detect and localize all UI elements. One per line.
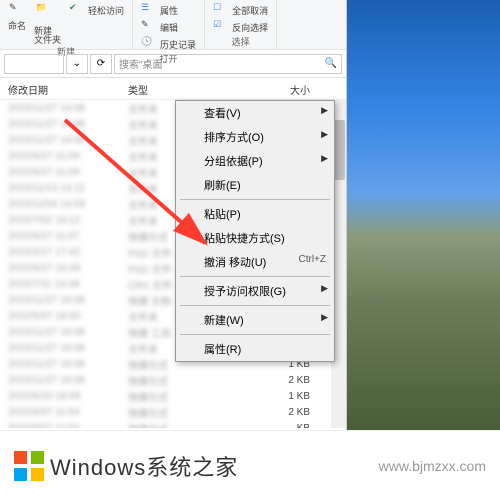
edit-icon: ✎ xyxy=(141,19,157,35)
invert-icon: ☑ xyxy=(213,19,229,35)
ctx-paste-shortcut[interactable]: 粘贴快捷方式(S) xyxy=(176,226,334,250)
table-row[interactable]: 2022/6/07 11:54快捷方式KB xyxy=(0,420,346,428)
properties-button[interactable]: ☰ 属性 xyxy=(141,2,178,18)
ctx-properties[interactable]: 属性(R) xyxy=(176,337,334,361)
ctx-separator xyxy=(180,305,330,306)
watermark-logo: Windows系统之家 xyxy=(14,450,238,482)
search-input[interactable]: 搜索"桌面" 🔍 xyxy=(114,54,342,74)
ctx-separator xyxy=(180,276,330,277)
deselect-label: 全部取消 xyxy=(232,4,268,17)
edit-button[interactable]: ✎ 编辑 xyxy=(141,19,178,35)
easy-access-label: 轻松访问 xyxy=(88,4,124,17)
search-placeholder: 搜索"桌面" xyxy=(119,56,166,71)
ctx-sort[interactable]: 排序方式(O)▶ xyxy=(176,125,334,149)
submenu-arrow-icon: ▶ xyxy=(321,283,328,294)
address-field[interactable] xyxy=(4,54,64,74)
windows-logo-icon xyxy=(14,451,44,481)
address-dropdown-button[interactable]: ⌄ xyxy=(66,54,88,74)
submenu-arrow-icon: ▶ xyxy=(321,105,328,116)
column-date[interactable]: 修改日期 xyxy=(0,78,120,99)
easy-access-button[interactable]: ✔ 轻松访问 xyxy=(69,2,124,18)
new-folder-label: 新建 文件夹 xyxy=(34,27,61,45)
history-button[interactable]: 🕓 历史记录 xyxy=(141,36,196,52)
desktop-background xyxy=(340,0,500,430)
submenu-arrow-icon: ▶ xyxy=(321,129,328,140)
deselect-all-button[interactable]: ☐ 全部取消 xyxy=(213,2,268,18)
ctx-new[interactable]: 新建(W)▶ xyxy=(176,308,334,332)
submenu-arrow-icon: ▶ xyxy=(321,153,328,164)
rename-button[interactable]: ✎ 命名 xyxy=(8,2,26,32)
properties-icon: ☰ xyxy=(141,2,157,18)
cell-type: 快捷方式 xyxy=(120,417,210,429)
rename-icon: ✎ xyxy=(9,2,25,18)
new-folder-button[interactable]: 📁 新建 文件夹 xyxy=(34,2,61,45)
search-icon: 🔍 xyxy=(325,58,337,69)
column-size[interactable]: 大小 xyxy=(210,78,330,99)
watermark-bar: Windows系统之家 www.bjmzxx.com xyxy=(0,430,500,500)
ctx-paste[interactable]: 粘贴(P) xyxy=(176,202,334,226)
properties-label: 属性 xyxy=(160,4,178,17)
refresh-icon: ⟳ xyxy=(97,58,105,69)
chevron-down-icon: ⌄ xyxy=(73,58,81,69)
submenu-arrow-icon: ▶ xyxy=(321,312,328,323)
ribbon-group-select-label: 选择 xyxy=(213,35,268,48)
invert-label: 反向选择 xyxy=(232,21,268,34)
watermark-url: www.bjmzxx.com xyxy=(379,458,486,474)
deselect-icon: ☐ xyxy=(213,2,229,18)
history-label: 历史记录 xyxy=(160,38,196,51)
cell-size: KB xyxy=(210,423,330,429)
ribbon: ✎ 命名 📁 新建 文件夹 ✔ 轻松访问 新建 ☰ 属性 xyxy=(0,0,346,50)
ctx-undo-move[interactable]: 撤消 移动(U)Ctrl+Z xyxy=(176,250,334,274)
cell-size: 1 KB xyxy=(210,391,330,402)
ctx-refresh[interactable]: 刷新(E) xyxy=(176,173,334,197)
cell-size: 2 KB xyxy=(210,407,330,418)
invert-selection-button[interactable]: ☑ 反向选择 xyxy=(213,19,268,35)
easy-access-icon: ✔ xyxy=(69,2,85,18)
folder-icon: 📁 xyxy=(36,2,60,26)
address-bar: ⌄ ⟳ 搜索"桌面" 🔍 xyxy=(0,50,346,78)
ctx-grant-access[interactable]: 授予访问权限(G)▶ xyxy=(176,279,334,303)
cell-size: 2 KB xyxy=(210,375,330,386)
cell-date: 2022/6/07 11:54 xyxy=(0,419,120,429)
watermark-brand: Windows系统之家 xyxy=(50,450,238,482)
ctx-group[interactable]: 分组依据(P)▶ xyxy=(176,149,334,173)
rename-label: 命名 xyxy=(8,19,26,32)
refresh-button[interactable]: ⟳ xyxy=(90,54,112,74)
ctx-separator xyxy=(180,199,330,200)
ctx-view[interactable]: 查看(V)▶ xyxy=(176,101,334,125)
context-menu: 查看(V)▶ 排序方式(O)▶ 分组依据(P)▶ 刷新(E) 粘贴(P) 粘贴快… xyxy=(175,100,335,362)
history-icon: 🕓 xyxy=(141,36,157,52)
ctx-separator xyxy=(180,334,330,335)
ctx-shortcut: Ctrl+Z xyxy=(299,254,327,270)
edit-label: 编辑 xyxy=(160,21,178,34)
